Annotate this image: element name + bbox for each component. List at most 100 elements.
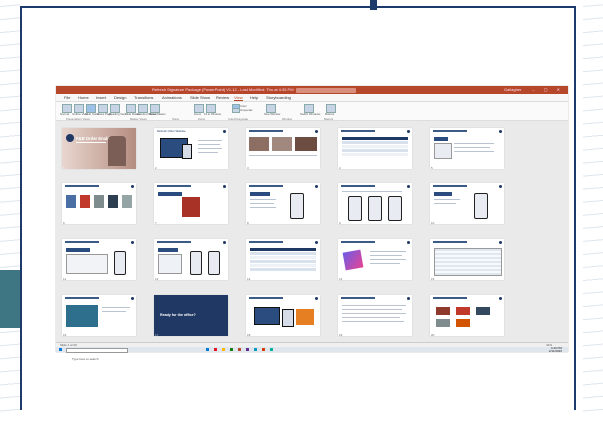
slide-11-icon <box>131 241 134 244</box>
menu-review[interactable]: Review <box>216 95 229 100</box>
zoom-label: Zoom <box>194 112 202 116</box>
slide-19-number: 19 <box>339 333 343 336</box>
search-box[interactable]: Search <box>296 87 356 101</box>
slide-10-label <box>434 192 452 196</box>
slide-thumbnail-3[interactable]: 3 <box>246 128 320 169</box>
slide-5-screenshot <box>434 143 452 159</box>
slide-5-text-line <box>454 151 494 153</box>
slide-18-header <box>249 297 283 299</box>
slide-6-image <box>94 195 104 208</box>
slide-9-icon <box>407 185 410 188</box>
slide-thumbnail-10[interactable]: 10 <box>430 183 504 224</box>
slide-thumbnail-4[interactable]: 4 <box>338 128 412 169</box>
menu-view[interactable]: View <box>234 95 243 101</box>
app-icon-7[interactable] <box>254 348 257 351</box>
menu-file[interactable]: File <box>64 95 70 100</box>
slide-6-image <box>66 195 76 208</box>
normal-view-label: Normal <box>60 112 70 116</box>
app-icon-9[interactable] <box>270 348 273 351</box>
slide-18-laptop <box>254 307 280 325</box>
slide-12-number: 12 <box>155 277 159 280</box>
slide-thumbnail-5[interactable]: 5 <box>430 128 504 169</box>
slide-20-logo <box>436 319 450 327</box>
slide-thumbnail-7[interactable]: 7 <box>154 183 228 224</box>
slide-19-text-line <box>342 313 406 315</box>
slide-15-icon <box>499 241 502 244</box>
monitor-photo: Refresh Signature Package (PowerPoint) V… <box>56 86 568 361</box>
menu-animations[interactable]: Animations <box>162 95 182 100</box>
taskbar-search-box[interactable]: Type here to search <box>66 347 128 361</box>
slide-12-phone <box>208 251 220 275</box>
slide-9-header <box>341 185 375 187</box>
frame-right <box>574 6 576 410</box>
slide-19-text-line <box>342 321 404 323</box>
slide-10-number: 10 <box>431 221 435 224</box>
slide-13-icon <box>315 241 318 244</box>
app-icon-3[interactable] <box>222 348 225 351</box>
new-window-label: New Window <box>264 112 281 116</box>
slide-thumbnail-8[interactable]: 8 <box>246 183 320 224</box>
slide-thumbnail-1[interactable]: F&B Order Enablement 1 <box>62 128 136 169</box>
frame-left <box>20 6 22 410</box>
slide-14-text-line <box>370 263 400 265</box>
slide-10-icon <box>499 185 502 188</box>
slide-3-icon <box>315 130 318 133</box>
slide-13-table-row <box>250 260 316 263</box>
slide-11-screenshot <box>66 254 108 274</box>
slide-4-number: 4 <box>339 166 341 169</box>
slide-13-table-header <box>250 248 316 251</box>
slide-thumbnail-6[interactable]: 6 <box>62 183 136 224</box>
slide-11-header <box>65 241 99 243</box>
slide-thumbnail-19[interactable]: 19 <box>338 295 412 336</box>
slide-thumbnail-14[interactable]: 14 <box>338 239 412 280</box>
window-controls[interactable]: – ▢ ✕ <box>532 87 564 92</box>
window-title: Refresh Signature Package (PowerPoint) V… <box>152 87 294 92</box>
slide-thumbnail-2[interactable]: Refresh Order Website 2 <box>154 128 228 169</box>
app-icon-4[interactable] <box>230 348 233 351</box>
slide-2-text-line <box>198 140 222 142</box>
slide-3-text-line <box>249 155 317 157</box>
slide-13-table-row <box>250 268 316 271</box>
slide-thumbnail-13[interactable]: 13 <box>246 239 320 280</box>
slide-6-icon <box>131 185 134 188</box>
slide-12-phone <box>190 251 202 275</box>
menu-home[interactable]: Home <box>78 95 89 100</box>
slide-thumbnail-9[interactable]: 9 <box>338 183 412 224</box>
slide-13-table-row <box>250 256 316 259</box>
slide-thumbnail-20[interactable]: 20 <box>430 295 504 336</box>
app-icon-2[interactable] <box>214 348 217 351</box>
slide-thumbnail-11[interactable]: 11 <box>62 239 136 280</box>
slide-thumbnail-12[interactable]: 12 <box>154 239 228 280</box>
windows-start-icon[interactable] <box>59 348 62 351</box>
macros-label: Macros <box>325 112 335 116</box>
system-clock[interactable]: 4:40 PM 2/11/2020 <box>549 347 562 352</box>
menu-help[interactable]: Help <box>250 95 258 100</box>
slide-14-number: 14 <box>339 277 343 280</box>
grayscale-button[interactable] <box>232 108 240 113</box>
app-icon-6[interactable] <box>246 348 249 351</box>
slide-7-header <box>157 185 191 187</box>
slide-8-text-line <box>250 207 276 209</box>
slide-12-header <box>157 241 191 243</box>
menu-transitions[interactable]: Transitions <box>134 95 153 100</box>
user-name[interactable]: Gallagher <box>504 87 521 92</box>
slide-thumbnail-18[interactable]: 18 <box>246 295 320 336</box>
menu-storyboarding[interactable]: Storyboarding <box>266 95 291 100</box>
slide-thumbnail-15[interactable]: 15 <box>430 239 504 280</box>
slide-thumbnail-16[interactable]: 16 <box>62 295 136 336</box>
slide-20-logo <box>456 319 470 327</box>
app-icon-1[interactable] <box>206 348 209 351</box>
menu-slide-show[interactable]: Slide Show <box>190 95 210 100</box>
slide-19-text-line <box>342 317 400 319</box>
app-icon-8[interactable] <box>262 348 265 351</box>
menu-insert[interactable]: Insert <box>96 95 106 100</box>
slide-14-text-line <box>370 259 406 261</box>
slide-9-phone <box>368 196 382 221</box>
slide-2-text-line <box>198 144 220 146</box>
menu-design[interactable]: Design <box>114 95 126 100</box>
slide-thumbnail-17[interactable]: Ready for the office? 17 <box>154 295 228 336</box>
slide-18-icon <box>315 297 318 300</box>
slide-19-text-line <box>342 309 402 311</box>
app-icon-5[interactable] <box>238 348 241 351</box>
slide-2-title: Refresh Order Website <box>157 129 186 133</box>
